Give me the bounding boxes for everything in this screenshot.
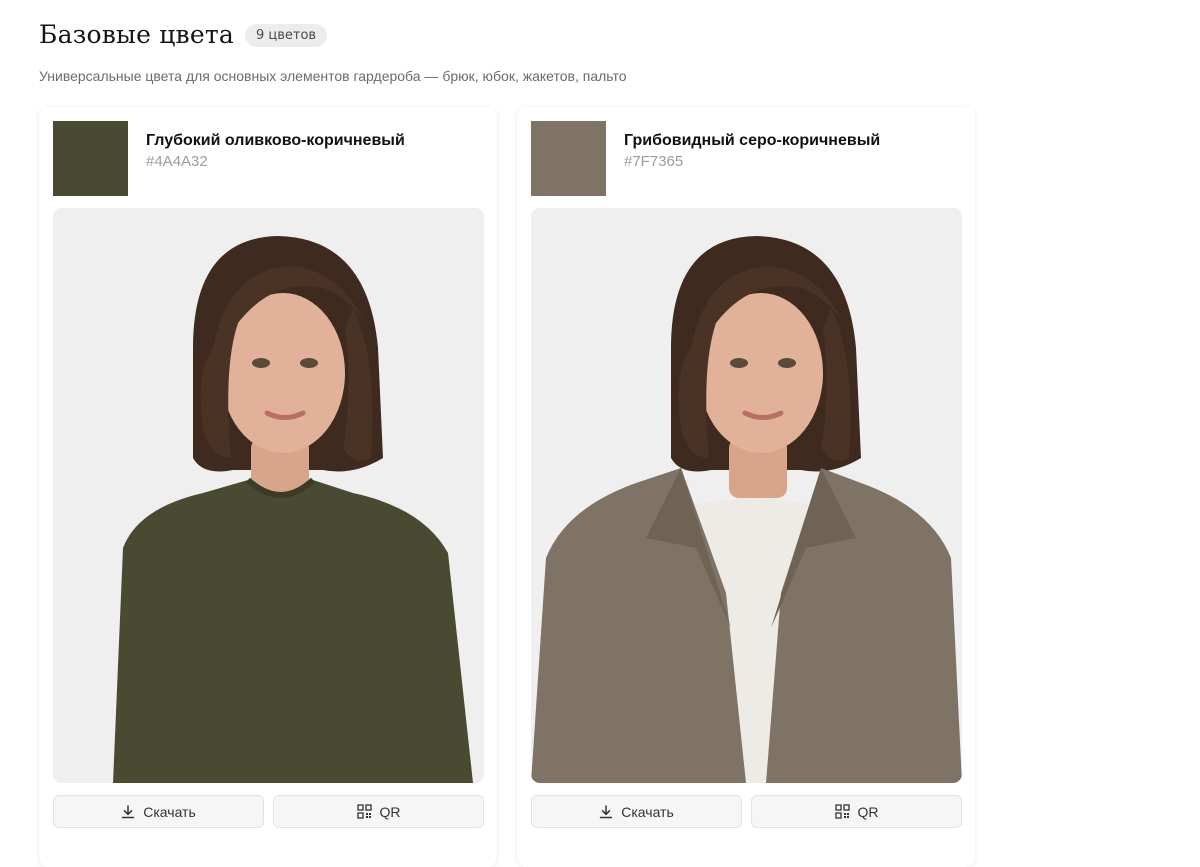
color-card-grid: Глубокий оливково-коричневый #4A4A32 Ска… (39, 107, 975, 867)
model-photo (53, 208, 484, 783)
color-swatch (531, 121, 606, 196)
section-subtitle: Универсальные цвета для основных элемент… (39, 68, 627, 84)
color-card: Грибовидный серо-коричневый #7F7365 Скач… (517, 107, 975, 867)
color-card: Глубокий оливково-коричневый #4A4A32 Ска… (39, 107, 497, 867)
color-hex: #4A4A32 (146, 153, 208, 170)
color-name: Глубокий оливково-коричневый (146, 132, 405, 149)
download-button[interactable]: Скачать (531, 795, 742, 828)
qr-label: QR (857, 803, 879, 820)
download-label: Скачать (621, 803, 674, 820)
download-icon (122, 804, 135, 818)
download-label: Скачать (143, 803, 196, 820)
section-header: Базовые цвета 9 цветов (39, 20, 328, 49)
count-badge: 9 цветов (244, 24, 328, 47)
qr-code-icon (834, 804, 850, 819)
qr-button[interactable]: QR (751, 795, 962, 828)
color-hex: #7F7365 (624, 153, 684, 170)
section-title: Базовые цвета (39, 20, 234, 49)
download-icon (600, 804, 613, 818)
qr-button[interactable]: QR (273, 795, 484, 828)
qr-label: QR (379, 803, 401, 820)
qr-code-icon (356, 804, 372, 819)
download-button[interactable]: Скачать (53, 795, 264, 828)
color-swatch (53, 121, 128, 196)
model-photo (531, 208, 962, 783)
color-name: Грибовидный серо-коричневый (624, 132, 881, 149)
